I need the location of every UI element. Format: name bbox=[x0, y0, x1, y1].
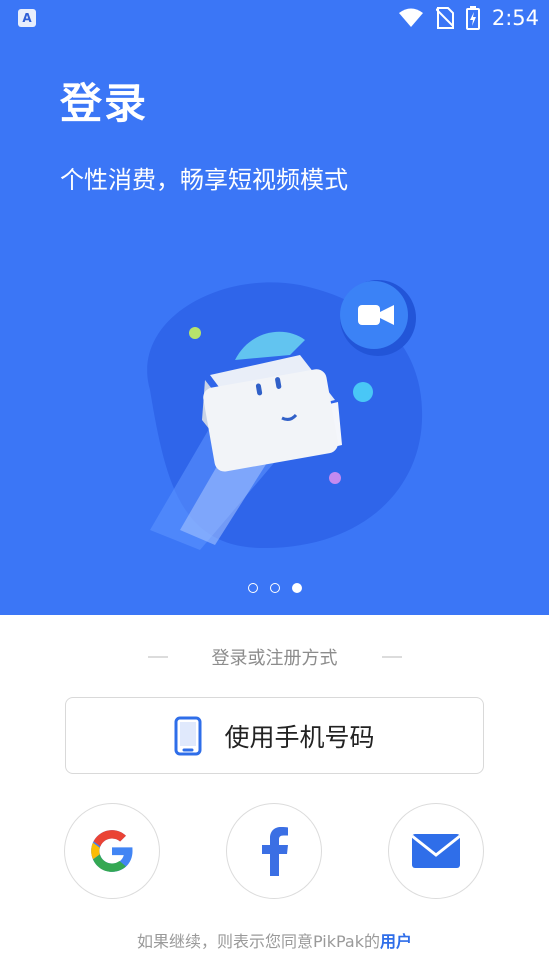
mascot-illustration bbox=[147, 280, 423, 550]
status-icons: 2:54 bbox=[398, 4, 539, 32]
email-login-button[interactable] bbox=[388, 803, 484, 899]
carousel-pager bbox=[0, 583, 549, 593]
login-methods-divider: 登录或注册方式 bbox=[0, 640, 549, 674]
pager-dot[interactable] bbox=[269, 583, 280, 593]
pager-dot[interactable] bbox=[247, 583, 258, 593]
facebook-icon bbox=[262, 827, 288, 876]
phone-login-button[interactable]: 使用手机号码 bbox=[65, 697, 484, 774]
login-methods-label: 登录或注册方式 bbox=[211, 648, 338, 669]
page-subtitle: 个性消费，畅享短视频模式 bbox=[60, 166, 348, 194]
terms-text: 如果继续，则表示您同意PikPak的 bbox=[136, 932, 380, 951]
wifi-icon bbox=[398, 8, 423, 27]
page-title: 登录 bbox=[60, 79, 149, 128]
battery-charging-icon bbox=[465, 6, 480, 30]
clock: 2:54 bbox=[491, 6, 539, 30]
google-icon bbox=[91, 830, 133, 872]
mail-icon bbox=[411, 834, 461, 868]
facebook-login-button[interactable] bbox=[226, 803, 322, 899]
google-login-button[interactable] bbox=[64, 803, 160, 899]
phone-login-label: 使用手机号码 bbox=[224, 722, 375, 752]
hero-banner: A 2:54 登录 个性消费，畅享短视频模式 bbox=[0, 0, 549, 615]
smartphone-icon bbox=[174, 716, 202, 755]
terms-notice: 如果继续，则表示您同意PikPak的用户 bbox=[0, 928, 549, 952]
no-sim-icon bbox=[435, 7, 454, 29]
terms-link[interactable]: 用户 bbox=[380, 932, 412, 951]
pager-dot-active[interactable] bbox=[291, 583, 302, 593]
divider-line-right bbox=[382, 656, 402, 658]
a-app-icon: A bbox=[18, 9, 36, 27]
status-bar: A 2:54 bbox=[0, 0, 549, 36]
